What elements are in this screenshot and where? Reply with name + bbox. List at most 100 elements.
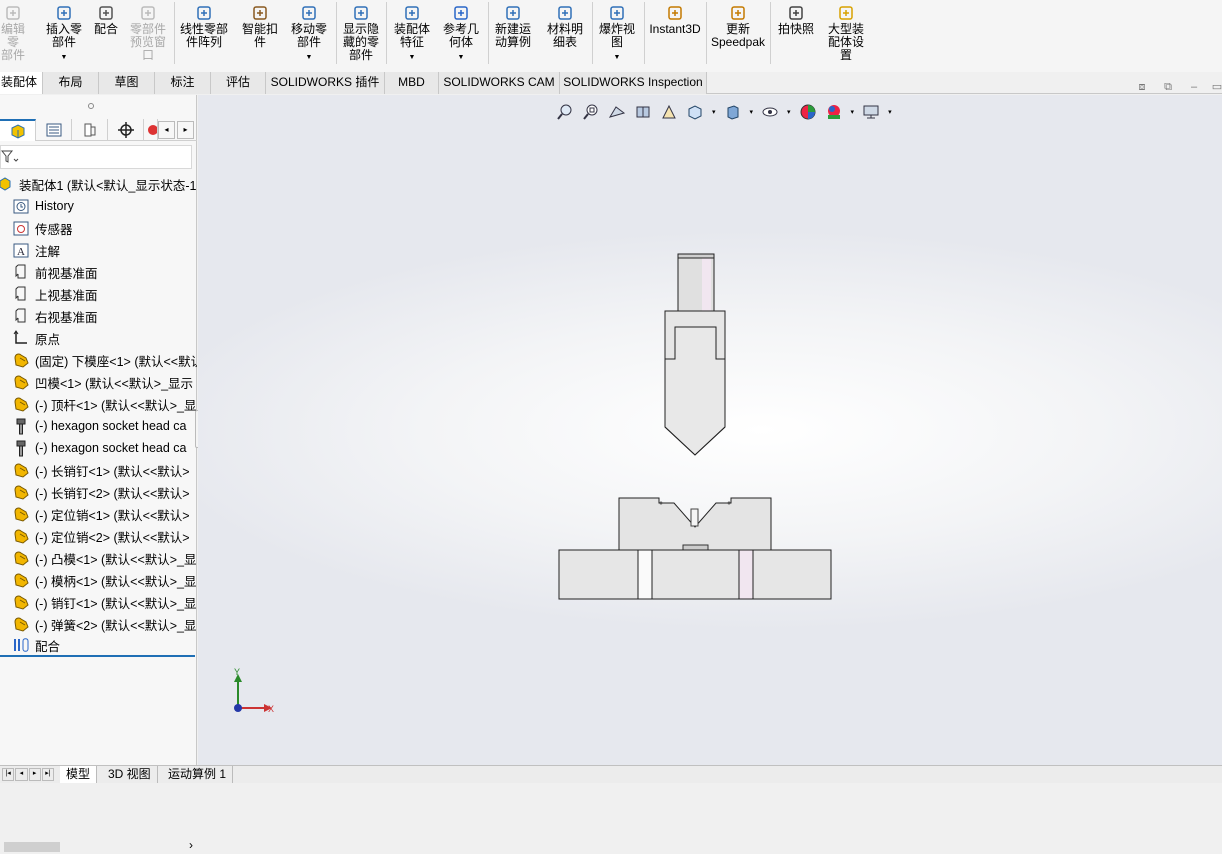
scroll-right-icon[interactable]: ›: [189, 838, 193, 852]
display-style-dropdown-icon[interactable]: ▾: [750, 108, 754, 116]
tab-0[interactable]: 装配体: [0, 72, 43, 94]
maximize-icon[interactable]: ▭: [1210, 80, 1222, 94]
ribbon-button-12[interactable]: 爆炸视 图 ▼: [595, 0, 639, 66]
hide-show-dropdown-icon[interactable]: ▾: [787, 108, 791, 116]
tab-2[interactable]: 草图: [99, 72, 155, 94]
ribbon-button-13[interactable]: Instant3D: [648, 0, 702, 66]
tab-navigation-arrows[interactable]: |◂ ◂ ▸ ▸|: [2, 768, 54, 781]
view-restore-icon[interactable]: ⧈: [1135, 80, 1149, 94]
minimize-icon[interactable]: –: [1187, 80, 1201, 94]
ribbon-button-11[interactable]: 材料明 细表: [544, 0, 586, 66]
tab-motion-study-1[interactable]: 运动算例 1: [162, 766, 234, 783]
dropdown-arrow-icon[interactable]: ▼: [61, 51, 68, 64]
dropdown-arrow-icon[interactable]: ▼: [409, 51, 416, 64]
property-manager-tab-icon[interactable]: [36, 119, 72, 141]
graphics-area[interactable]: Y X: [198, 95, 1222, 765]
next-tab-icon[interactable]: ▸: [28, 768, 41, 781]
tree-item[interactable]: 原点: [0, 327, 197, 349]
dropdown-arrow-icon[interactable]: ▼: [306, 51, 313, 64]
zoom-to-fit-icon[interactable]: [556, 103, 574, 121]
tab-3d-view[interactable]: 3D 视图: [102, 766, 158, 783]
tree-item[interactable]: 凹模<1> (默认<<默认>_显示: [0, 371, 197, 393]
first-tab-icon[interactable]: |◂: [2, 768, 15, 781]
ribbon-button-10[interactable]: 新建运 动算例: [491, 0, 535, 66]
tree-item[interactable]: (-) 定位销<1> (默认<<默认>: [0, 503, 197, 525]
last-tab-icon[interactable]: ▸|: [41, 768, 54, 781]
dynamic-annotation-icon[interactable]: [660, 103, 678, 121]
tree-item[interactable]: (-) 凸模<1> (默认<<默认>_显: [0, 547, 197, 569]
tree-horizontal-scrollbar[interactable]: ›: [0, 838, 197, 854]
ribbon-button-4[interactable]: 线性零部 件阵列: [176, 0, 232, 66]
view-orientation-icon[interactable]: [686, 103, 704, 121]
tree-item[interactable]: (-) 长销钉<1> (默认<<默认>: [0, 459, 197, 481]
ribbon-button-9[interactable]: 参考几 何体 ▼: [440, 0, 482, 66]
zoom-to-area-icon[interactable]: [582, 103, 600, 121]
ribbon-button-8[interactable]: 装配体 特征 ▼: [390, 0, 434, 66]
ribbon-button-0[interactable]: 编辑零 部件: [0, 0, 30, 66]
tree-item[interactable]: History: [0, 195, 197, 217]
tab-1[interactable]: 布局: [43, 72, 99, 94]
tab-scroll-right-icon[interactable]: ▸: [177, 121, 194, 139]
dimxpert-manager-tab-icon[interactable]: [108, 119, 144, 141]
die-assembly[interactable]: [558, 497, 832, 600]
tab-3[interactable]: 标注: [155, 72, 211, 94]
bottom-tab-bar: |◂ ◂ ▸ ▸| 模型 3D 视图 运动算例 1: [0, 765, 1222, 783]
tree-item[interactable]: (-) 销钉<1> (默认<<默认>_显: [0, 591, 197, 613]
tree-item-label: (-) 长销钉<1> (默认<<默认>: [35, 464, 190, 479]
tree-item[interactable]: (-) hexagon socket head ca: [0, 415, 197, 437]
tab-scroll-left-icon[interactable]: ◂: [158, 121, 175, 139]
display-style-icon[interactable]: [724, 103, 742, 121]
ribbon-button-5[interactable]: 智能扣 件: [238, 0, 282, 66]
ribbon-button-1[interactable]: 插入零 部件 ▼: [42, 0, 86, 66]
apply-scene-icon[interactable]: [825, 103, 843, 121]
previous-view-icon[interactable]: [608, 103, 626, 121]
tree-item[interactable]: 前视基准面: [0, 261, 197, 283]
tab-5[interactable]: SOLIDWORKS 插件: [266, 72, 385, 94]
tree-item[interactable]: A 注解: [0, 239, 197, 261]
tree-item[interactable]: 传感器: [0, 217, 197, 239]
tree-item[interactable]: (-) 模柄<1> (默认<<默认>_显: [0, 569, 197, 591]
dropdown-arrow-icon[interactable]: ▼: [458, 51, 465, 64]
view-orientation-dropdown-icon[interactable]: ▾: [712, 108, 716, 116]
view-settings-icon[interactable]: [862, 103, 880, 121]
tree-item[interactable]: (固定) 下模座<1> (默认<<默认: [0, 349, 197, 371]
prev-tab-icon[interactable]: ◂: [15, 768, 28, 781]
ribbon-button-14[interactable]: 更新 Speedpak: [710, 0, 766, 66]
scrollbar-thumb[interactable]: [4, 842, 60, 852]
panel-splitter-handle[interactable]: [88, 103, 94, 109]
ribbon-button-6[interactable]: 移动零 部件 ▼: [287, 0, 331, 66]
view-settings-dropdown-icon[interactable]: ▾: [888, 108, 892, 116]
tab-4[interactable]: 评估: [211, 72, 266, 94]
tree-item[interactable]: 上视基准面: [0, 283, 197, 305]
tree-item[interactable]: 右视基准面: [0, 305, 197, 327]
scene-dropdown-icon[interactable]: ▾: [851, 108, 855, 116]
ribbon-button-16[interactable]: 大型装 配体设 置: [824, 0, 868, 66]
tree-item[interactable]: 配合: [0, 635, 195, 657]
view-tile-icon[interactable]: ⧉: [1161, 80, 1175, 94]
punch-assembly[interactable]: [664, 253, 726, 456]
tree-item[interactable]: (-) 定位销<2> (默认<<默认>: [0, 525, 197, 547]
ribbon-button-7[interactable]: 显示隐 藏的零 部件: [339, 0, 383, 66]
tab-8[interactable]: SOLIDWORKS Inspection: [560, 72, 707, 94]
tab-7[interactable]: SOLIDWORKS CAM: [439, 72, 560, 94]
tree-item[interactable]: (-) 长销钉<2> (默认<<默认>: [0, 481, 197, 503]
tree-root-assembly[interactable]: 装配体1 (默认<默认_显示状态-1>: [0, 173, 197, 195]
section-view-icon[interactable]: [634, 103, 652, 121]
tree-item[interactable]: (-) hexagon socket head ca: [0, 437, 197, 459]
filter-funnel-icon[interactable]: [0, 149, 19, 168]
tab-model[interactable]: 模型: [60, 766, 98, 783]
configuration-manager-tab-icon[interactable]: [72, 119, 108, 141]
hide-show-items-icon[interactable]: [761, 103, 779, 121]
ribbon-button-3[interactable]: 零部件 预览窗 口: [126, 0, 170, 66]
tree-item[interactable]: (-) 弹簧<2> (默认<<默认>_显: [0, 613, 197, 635]
tree-item[interactable]: (-) 顶杆<1> (默认<<默认>_显: [0, 393, 197, 415]
dropdown-arrow-icon[interactable]: ▼: [614, 51, 621, 64]
ribbon-button-15[interactable]: 拍快照: [774, 0, 818, 66]
edit-appearance-icon[interactable]: [799, 103, 817, 121]
tree-filter-input[interactable]: [0, 145, 192, 169]
feature-manager-tab-icon[interactable]: [0, 119, 36, 141]
ribbon-button-2[interactable]: 配合: [90, 0, 122, 66]
ribbon-separator: [770, 2, 771, 64]
display-manager-tab-icon[interactable]: [144, 119, 158, 141]
tab-6[interactable]: MBD: [385, 72, 439, 94]
